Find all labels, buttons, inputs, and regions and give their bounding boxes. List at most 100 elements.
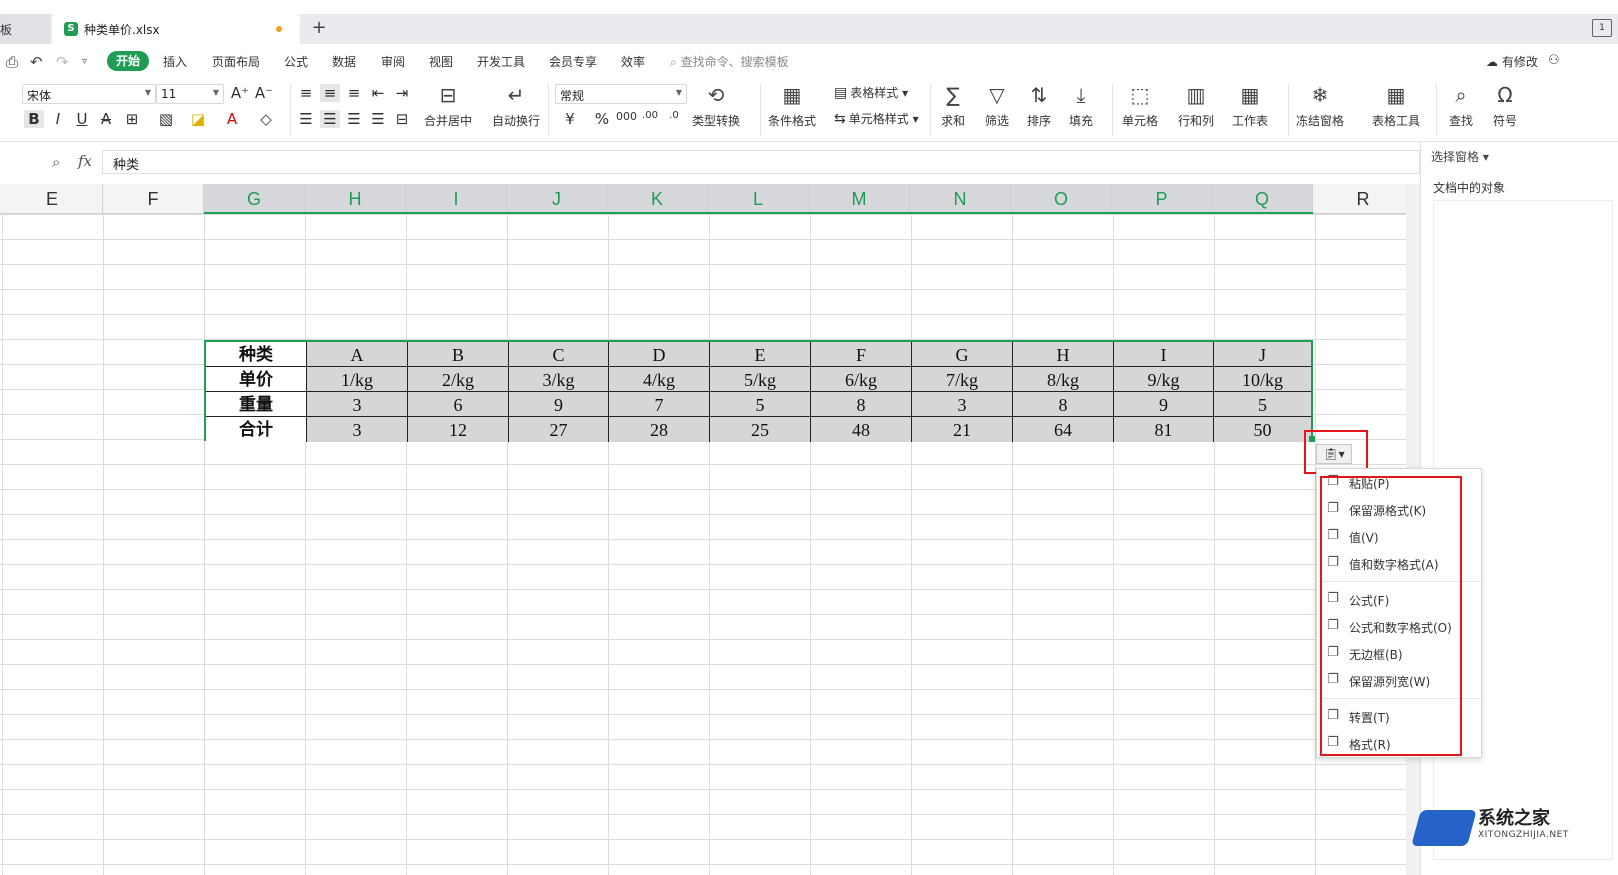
freeze-panes-button[interactable]: ❄ 冻结窗格: [1296, 82, 1344, 129]
menu-membership[interactable]: 会员专享: [549, 53, 597, 70]
decrease-font-icon[interactable]: A⁻: [254, 84, 274, 102]
align-bottom-icon[interactable]: ≡: [344, 84, 364, 102]
sheet-grid[interactable]: E F G H I J K L M N O P Q R 种类 A B C D E: [0, 184, 1406, 875]
row-col-button[interactable]: ▥ 行和列: [1178, 82, 1214, 129]
zoom-search-icon[interactable]: ⌕: [52, 153, 60, 171]
table-cell[interactable]: 21: [912, 417, 1013, 442]
share-user-icon[interactable]: ⚇: [1548, 53, 1560, 68]
redo-icon[interactable]: ↷: [56, 53, 69, 71]
table-cell[interactable]: 6: [408, 392, 509, 417]
table-cell[interactable]: 合计: [206, 417, 307, 442]
table-cell[interactable]: 1/kg: [307, 367, 408, 392]
cell-button[interactable]: ⬚ 单元格: [1122, 82, 1158, 129]
table-cell[interactable]: 10/kg: [1214, 367, 1311, 392]
table-cell[interactable]: 3: [912, 392, 1013, 417]
table-cell[interactable]: 3: [307, 392, 408, 417]
bold-icon[interactable]: B: [24, 110, 44, 128]
table-cell[interactable]: E: [710, 342, 811, 367]
font-name-select[interactable]: 宋体 ▼: [22, 84, 156, 104]
command-search[interactable]: ⌕ 查找命令、搜索模板: [670, 53, 789, 70]
column-header-p[interactable]: P: [1112, 184, 1212, 214]
table-cell[interactable]: 25: [710, 417, 811, 442]
filter-button[interactable]: ▽ 筛选: [984, 82, 1010, 129]
merge-center-button[interactable]: ⊟ 合并居中: [424, 82, 472, 129]
column-header-k[interactable]: K: [607, 184, 708, 214]
menu-page-layout[interactable]: 页面布局: [212, 53, 260, 70]
paste-options-button[interactable]: 📋︎▾: [1316, 444, 1352, 464]
table-cell[interactable]: G: [912, 342, 1013, 367]
decrease-decimal-icon[interactable]: .0: [664, 110, 684, 121]
column-header-o[interactable]: O: [1011, 184, 1112, 214]
table-cell[interactable]: D: [609, 342, 710, 367]
tab-document[interactable]: S 种类单价.xlsx: [52, 14, 300, 44]
table-cell[interactable]: 8/kg: [1013, 367, 1114, 392]
tab-templates[interactable]: 模板: [0, 14, 50, 44]
percent-icon[interactable]: %: [592, 110, 612, 128]
indent-increase-icon[interactable]: ⇥: [392, 84, 412, 102]
data-table-selection[interactable]: 种类 A B C D E F G H I J 单价 1/kg 2/kg 3/kg…: [204, 340, 1313, 442]
column-header-r[interactable]: R: [1313, 184, 1406, 214]
modified-status[interactable]: ☁ 有修改: [1486, 53, 1538, 70]
cell-style-brush-icon[interactable]: ▧: [156, 110, 176, 128]
find-button[interactable]: ⌕ 查找: [1448, 82, 1474, 129]
table-cell[interactable]: 单价: [206, 367, 307, 392]
font-size-select[interactable]: 11 ▼: [156, 84, 224, 104]
table-cell[interactable]: 64: [1013, 417, 1114, 442]
column-header-f[interactable]: F: [103, 184, 204, 214]
distribute-icon[interactable]: ⊟: [392, 110, 412, 128]
table-cell[interactable]: 7: [609, 392, 710, 417]
table-cell[interactable]: 5/kg: [710, 367, 811, 392]
align-top-icon[interactable]: ≡: [296, 84, 316, 102]
table-cell[interactable]: 48: [811, 417, 912, 442]
align-right-icon[interactable]: ☰: [344, 110, 364, 128]
table-cell[interactable]: 28: [609, 417, 710, 442]
column-header-h[interactable]: H: [305, 184, 406, 214]
table-cell[interactable]: 3/kg: [509, 367, 609, 392]
type-convert-button[interactable]: ⟲ 类型转换: [692, 82, 740, 129]
column-header-g[interactable]: G: [204, 184, 305, 214]
table-cell[interactable]: 9: [509, 392, 609, 417]
table-cell[interactable]: 81: [1114, 417, 1214, 442]
underline-icon[interactable]: U: [72, 110, 92, 128]
table-tools-button[interactable]: ▦ 表格工具: [1372, 82, 1420, 129]
add-tab-button[interactable]: +: [308, 17, 330, 39]
table-cell[interactable]: 12: [408, 417, 509, 442]
sum-button[interactable]: ∑ 求和: [940, 82, 966, 129]
sort-button[interactable]: ⇅ 排序: [1026, 82, 1052, 129]
menu-developer[interactable]: 开发工具: [477, 53, 525, 70]
table-cell[interactable]: 6/kg: [811, 367, 912, 392]
column-header-j[interactable]: J: [507, 184, 607, 214]
column-header-l[interactable]: L: [708, 184, 809, 214]
indent-decrease-icon[interactable]: ⇤: [368, 84, 388, 102]
table-cell[interactable]: 3: [307, 417, 408, 442]
align-center-icon[interactable]: ☰: [320, 110, 340, 128]
strikethrough-icon[interactable]: A: [96, 110, 116, 128]
undo-icon[interactable]: ↶: [30, 53, 43, 71]
menu-home[interactable]: 开始: [107, 51, 149, 71]
table-cell[interactable]: J: [1214, 342, 1311, 367]
conditional-format-button[interactable]: ▦ 条件格式: [768, 82, 816, 129]
column-header-q[interactable]: Q: [1212, 184, 1313, 214]
column-header-m[interactable]: M: [809, 184, 910, 214]
table-cell[interactable]: 5: [710, 392, 811, 417]
justify-icon[interactable]: ☰: [368, 110, 388, 128]
fx-icon[interactable]: fx: [78, 152, 92, 170]
italic-icon[interactable]: I: [48, 110, 68, 128]
fill-color-icon[interactable]: ◪: [188, 110, 208, 128]
align-middle-icon[interactable]: ≡: [320, 84, 340, 102]
menu-efficiency[interactable]: 效率: [621, 53, 645, 70]
increase-decimal-icon[interactable]: .00: [640, 110, 660, 121]
border-icon[interactable]: ⊞: [122, 110, 142, 128]
table-cell[interactable]: 8: [1013, 392, 1114, 417]
table-style-button[interactable]: ▤ 表格样式 ▾: [834, 84, 908, 101]
table-cell[interactable]: 重量: [206, 392, 307, 417]
print-preview-icon[interactable]: ⎙: [6, 53, 18, 71]
table-cell[interactable]: H: [1013, 342, 1114, 367]
menu-view[interactable]: 视图: [429, 53, 453, 70]
menu-data[interactable]: 数据: [332, 53, 356, 70]
table-cell[interactable]: 9: [1114, 392, 1214, 417]
table-cell[interactable]: C: [509, 342, 609, 367]
table-cell[interactable]: A: [307, 342, 408, 367]
formula-input[interactable]: 种类: [102, 150, 1420, 174]
table-cell[interactable]: 4/kg: [609, 367, 710, 392]
